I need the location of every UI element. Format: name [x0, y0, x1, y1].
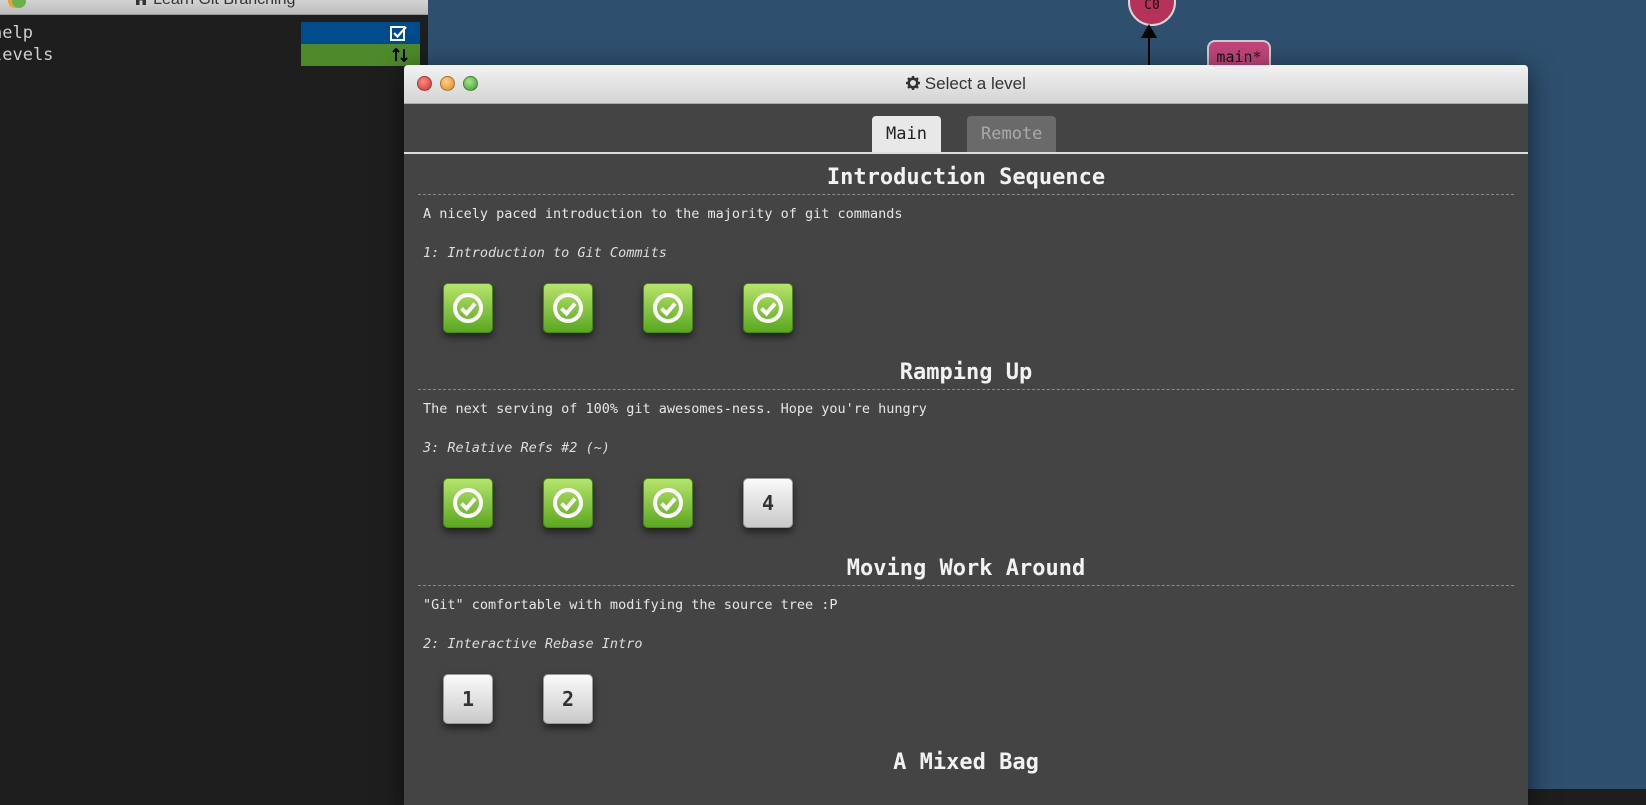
section-description: The next serving of 100% git awesomes-ne… [423, 401, 927, 417]
modal-titlebar: Select a level [404, 65, 1528, 104]
command-levels[interactable]: levels [0, 44, 53, 66]
section-divider [418, 194, 1514, 195]
check-square-icon [390, 26, 407, 41]
level-button[interactable] [743, 283, 793, 333]
level-button[interactable] [443, 478, 493, 528]
section-subtitle: 1: Introduction to Git Commits [423, 245, 667, 261]
section-subtitle: 2: Interactive Rebase Intro [423, 636, 643, 652]
section-title: Introduction Sequence [826, 165, 1106, 190]
section-divider [418, 389, 1514, 390]
level-button[interactable] [643, 478, 693, 528]
terminal-title: Learn Git Branching [0, 0, 428, 9]
check-circle-icon [453, 293, 483, 323]
section-title: Moving Work Around [846, 556, 1086, 581]
check-circle-icon [553, 293, 583, 323]
levels-button[interactable] [301, 44, 420, 66]
terminal-window: Learn Git Branching help levels [0, 0, 428, 789]
check-circle-icon [753, 293, 783, 323]
check-circle-icon [653, 293, 683, 323]
command-help-label: help [0, 23, 33, 43]
gear-icon [906, 76, 921, 90]
check-circle-icon [553, 488, 583, 518]
level-select-modal: Select a level Main Remote Introduction … [404, 65, 1528, 805]
tab-main[interactable]: Main [872, 116, 941, 152]
level-button[interactable] [543, 478, 593, 528]
modal-title: Select a level [404, 65, 1528, 103]
level-button[interactable]: 4 [743, 478, 793, 528]
terminal-titlebar: Learn Git Branching [0, 0, 428, 15]
check-circle-icon [453, 488, 483, 518]
level-button[interactable] [543, 283, 593, 333]
command-levels-label: levels [0, 45, 54, 65]
section-title: A Mixed Bag [893, 750, 1039, 775]
commit-arrow-head [1141, 24, 1157, 38]
help-button[interactable] [301, 22, 420, 44]
check-circle-icon [653, 488, 683, 518]
tab-bar: Main Remote [404, 116, 1528, 154]
level-button[interactable] [643, 283, 693, 333]
section-divider [418, 585, 1514, 586]
section-subtitle: 3: Relative Refs #2 (~) [423, 440, 610, 456]
modal-title-text: Select a level [924, 74, 1026, 93]
terminal-title-text: Learn Git Branching [153, 0, 295, 8]
level-button[interactable] [443, 283, 493, 333]
command-help[interactable]: help [0, 22, 33, 44]
section-title: Ramping Up [899, 360, 1033, 385]
section-description: A nicely paced introduction to the major… [423, 206, 903, 222]
sort-arrows-icon [392, 47, 408, 63]
section-description: "Git" comfortable with modifying the sou… [423, 597, 838, 613]
level-button[interactable]: 1 [443, 674, 493, 724]
level-button[interactable]: 2 [543, 674, 593, 724]
tab-remote[interactable]: Remote [967, 116, 1057, 152]
home-icon [135, 0, 146, 5]
